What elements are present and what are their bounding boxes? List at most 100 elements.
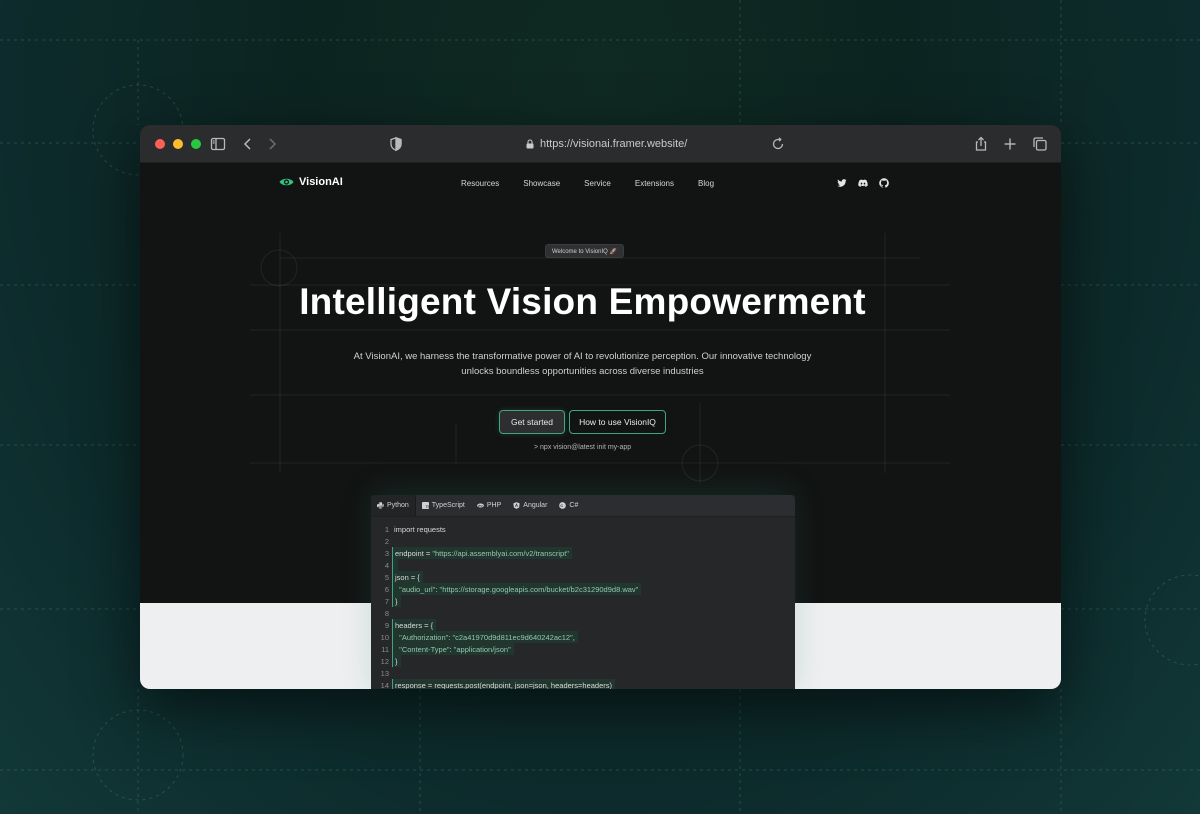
code-body: 1 import requests 2 3 endpoint = "https://ap…	[371, 517, 795, 689]
tabs-overview-icon[interactable]	[1032, 136, 1048, 152]
reload-icon[interactable]	[770, 136, 786, 152]
typescript-icon: TS	[421, 502, 429, 509]
browser-titlebar: https://visionai.framer.website/	[140, 125, 1061, 163]
hero-title: Intelligent Vision Empowerment	[299, 281, 866, 322]
nav-link-showcase[interactable]: Showcase	[523, 179, 560, 188]
line-number: 13	[380, 668, 389, 678]
github-icon[interactable]	[879, 178, 889, 188]
tab-php-label: PHP	[486, 502, 502, 509]
code-text: json = {	[392, 571, 423, 583]
code-line: 12}	[371, 655, 795, 667]
code-text: endpoint = "https://api.assemblyai.com/v…	[392, 547, 572, 559]
address-bar[interactable]: https://visionai.framer.website/	[525, 136, 687, 152]
tab-python[interactable]: Python	[371, 495, 416, 516]
angular-icon	[513, 502, 520, 509]
code-text: }	[392, 655, 401, 667]
url-text: https://visionai.framer.website/	[540, 138, 688, 150]
shield-icon[interactable]	[388, 136, 404, 152]
share-icon[interactable]	[973, 136, 989, 152]
lock-icon	[526, 139, 534, 149]
code-line: 6 "audio_url": "https://storage.googleap…	[371, 583, 795, 595]
svg-text:php: php	[478, 504, 483, 508]
code-text: headers = {	[392, 619, 437, 631]
line-number: 12	[380, 656, 389, 666]
tab-php[interactable]: php PHP	[471, 495, 507, 516]
logo-text: VisionAI	[299, 176, 343, 188]
line-number: 4	[384, 560, 389, 570]
line-number: 14	[380, 680, 389, 690]
code-line: 7}	[371, 595, 795, 607]
code-line: 8	[371, 607, 795, 619]
code-text: "Authorization": "c2a41970d9d811ec9d6402…	[392, 631, 578, 643]
code-example-panel: Python TS TypeScript php PHP Angular C C…	[371, 495, 795, 689]
line-number: 9	[384, 620, 389, 630]
how-to-use-button[interactable]: How to use VisionIQ	[569, 410, 666, 434]
line-number: 7	[384, 596, 389, 606]
tab-typescript-label: TypeScript	[431, 502, 465, 509]
line-number: 11	[381, 644, 389, 654]
hero-subtitle: At VisionAI, we harness the transformati…	[330, 349, 835, 379]
code-line: 2	[371, 535, 795, 547]
code-line: 11 "Content-Type": "application/json"	[371, 643, 795, 655]
code-line: 14 response = requests.post(endpoint, jso…	[371, 679, 795, 689]
code-text: response = requests.post(endpoint, json=…	[392, 679, 616, 689]
code-text: "audio_url": "https://storage.googleapis…	[392, 583, 642, 595]
code-text: }	[392, 595, 401, 607]
social-links	[837, 178, 889, 188]
maximize-window-button[interactable]	[191, 138, 201, 149]
nav-link-service[interactable]: Service	[584, 179, 611, 188]
tab-csharp[interactable]: C C#	[553, 495, 584, 516]
csharp-icon: C	[559, 502, 567, 509]
nav-link-resources[interactable]: Resources	[461, 179, 499, 188]
tab-angular[interactable]: Angular	[507, 495, 553, 516]
code-line: 1 import requests	[371, 523, 795, 535]
code-line: 3 endpoint = "https://api.assemblyai.com/…	[371, 547, 795, 559]
code-text	[392, 559, 398, 571]
eye-logo-icon	[279, 178, 294, 186]
code-line: 13	[371, 667, 795, 679]
nav-link-extensions[interactable]: Extensions	[635, 179, 674, 188]
code-language-tabs: Python TS TypeScript php PHP Angular C C…	[371, 495, 795, 517]
twitter-icon[interactable]	[837, 178, 847, 188]
hero-subtitle-line1: At VisionAI, we harness the transformati…	[353, 351, 812, 362]
nav-link-blog[interactable]: Blog	[698, 179, 714, 188]
code-line: 4	[371, 559, 795, 571]
code-line: 9 headers = {	[371, 619, 795, 631]
get-started-button[interactable]: Get started	[499, 410, 565, 434]
line-number: 1	[384, 524, 389, 534]
line-number: 2	[384, 536, 389, 546]
nav-links: Resources Showcase Service Extensions Bl…	[461, 179, 738, 188]
website-page: VisionAI Resources Showcase Service Exte…	[140, 163, 1061, 689]
site-navbar: VisionAI Resources Showcase Service Exte…	[140, 163, 1061, 205]
back-icon[interactable]	[240, 136, 256, 152]
tab-csharp-label: C#	[569, 502, 579, 509]
python-icon	[377, 502, 384, 509]
code-text: "Content-Type": "application/json"	[392, 643, 514, 655]
line-number: 6	[384, 584, 389, 594]
line-number: 10	[380, 632, 389, 642]
code-line: 10 "Authorization": "c2a41970d9d811ec9d6…	[371, 631, 795, 643]
tab-angular-label: Angular	[523, 502, 548, 509]
svg-text:TS: TS	[426, 505, 429, 509]
line-number: 8	[384, 608, 389, 618]
close-window-button[interactable]	[155, 138, 165, 149]
minimize-window-button[interactable]	[173, 138, 183, 149]
forward-icon[interactable]	[264, 136, 280, 152]
code-text: import requests	[394, 524, 446, 534]
site-logo[interactable]: VisionAI	[279, 176, 343, 188]
discord-icon[interactable]	[858, 178, 868, 188]
line-number: 5	[384, 572, 389, 582]
hero-subtitle-line2: unlocks boundless opportunities across d…	[461, 366, 704, 377]
npx-command: > npx vision@latest init my-app	[534, 444, 632, 451]
new-tab-icon[interactable]	[1002, 136, 1018, 152]
sidebar-icon[interactable]	[210, 136, 226, 152]
code-line: 5 json = {	[371, 571, 795, 583]
welcome-badge[interactable]: Welcome to VisionIQ 🚀	[545, 244, 624, 258]
tab-typescript[interactable]: TS TypeScript	[416, 495, 471, 516]
php-icon: php	[476, 503, 484, 508]
svg-text:C: C	[561, 504, 564, 508]
browser-window: https://visionai.framer.website/ VisionA…	[140, 125, 1061, 689]
